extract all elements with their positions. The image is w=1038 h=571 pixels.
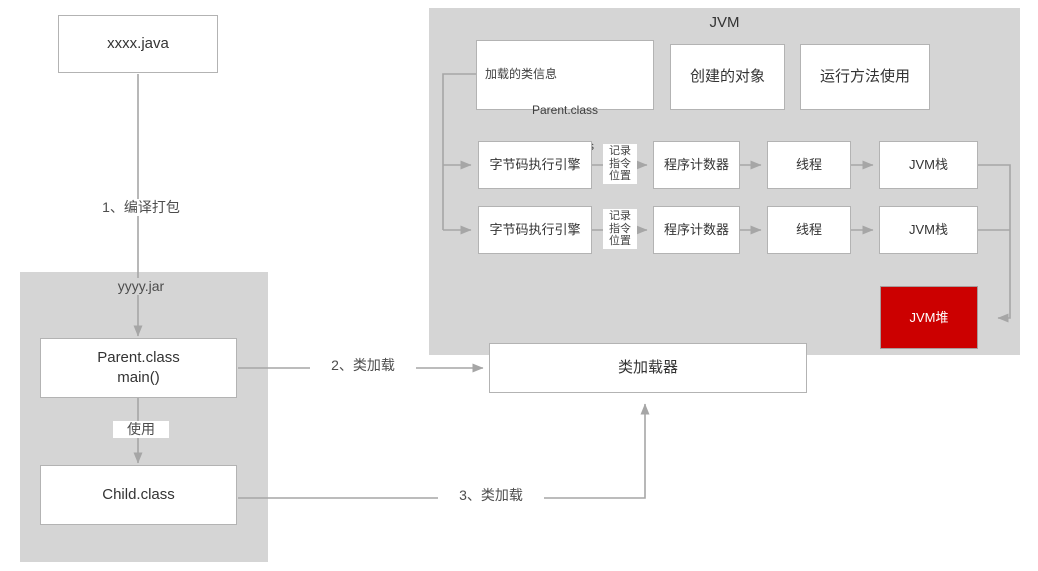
jvm-group-label: JVM bbox=[709, 14, 740, 31]
node-parent-class[interactable]: Parent.class main() bbox=[40, 338, 237, 398]
edge-label-use: 使用 bbox=[113, 421, 169, 438]
node-created-objects[interactable]: 创建的对象 bbox=[670, 44, 785, 110]
diagram-canvas: JVM xxxx.java Parent.class main() Child.… bbox=[0, 0, 1038, 571]
edge-label-class-load-3: 3、类加载 bbox=[438, 487, 544, 504]
loaded-class-info-heading: 加载的类信息 bbox=[485, 67, 558, 81]
node-thread-1[interactable]: 线程 bbox=[767, 141, 851, 189]
node-child-class[interactable]: Child.class bbox=[40, 465, 237, 525]
edge-label-compile-package: 1、编译打包 bbox=[78, 199, 204, 216]
node-source-file[interactable]: xxxx.java bbox=[58, 15, 218, 73]
edge-label-record-pc-1: 记录 指令 位置 bbox=[603, 144, 637, 184]
edge-label-class-load-2: 2、类加载 bbox=[310, 357, 416, 374]
node-loaded-class-info[interactable]: 加载的类信息 Parent.class Child.class bbox=[476, 40, 654, 153]
edge-label-jar-name: yyyy.jar bbox=[88, 278, 194, 295]
node-jvm-stack-2[interactable]: JVM栈 bbox=[879, 206, 978, 254]
node-bytecode-engine-1[interactable]: 字节码执行引擎 bbox=[478, 141, 592, 189]
node-program-counter-1[interactable]: 程序计数器 bbox=[653, 141, 740, 189]
node-thread-2[interactable]: 线程 bbox=[767, 206, 851, 254]
node-bytecode-engine-2[interactable]: 字节码执行引擎 bbox=[478, 206, 592, 254]
node-jvm-stack-1[interactable]: JVM栈 bbox=[879, 141, 978, 189]
edge-label-record-pc-2: 记录 指令 位置 bbox=[603, 209, 637, 249]
wire-child-to-loader bbox=[238, 403, 650, 499]
node-jvm-heap[interactable]: JVM堆 bbox=[880, 286, 978, 349]
loaded-class-info-item-0: Parent.class bbox=[531, 103, 599, 117]
node-class-loader[interactable]: 类加载器 bbox=[489, 343, 807, 393]
node-program-counter-2[interactable]: 程序计数器 bbox=[653, 206, 740, 254]
node-method-run[interactable]: 运行方法使用 bbox=[800, 44, 930, 110]
